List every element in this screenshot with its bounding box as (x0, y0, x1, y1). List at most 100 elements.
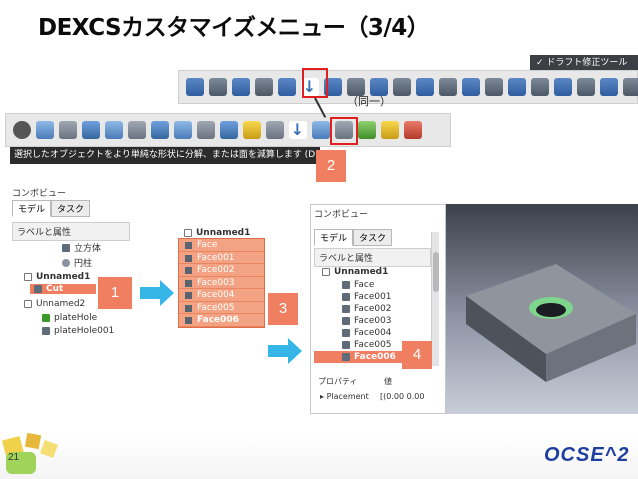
drawing-icon[interactable] (507, 78, 526, 96)
tab-model-left[interactable]: モデル (12, 200, 52, 217)
array-icon[interactable] (438, 78, 457, 96)
tree-face-right[interactable]: Face002 (342, 304, 392, 314)
tree-item-unnamed1[interactable]: Unnamed1 (24, 272, 90, 282)
cube-icon (62, 243, 70, 252)
face-row[interactable]: Face002 (179, 264, 264, 277)
footer-bar (0, 435, 638, 479)
tree-face-right-selected[interactable]: Face006 (314, 351, 402, 363)
downgrade-tooltip: 選択したオブジェクトをより単純な形状に分解、または面を減算します (D (10, 147, 320, 164)
cut-icon (34, 285, 42, 293)
step-badge-3: 3 (268, 293, 298, 325)
edit-icon[interactable] (576, 78, 595, 96)
downgrade-highlight-mid (330, 117, 358, 145)
face-row[interactable]: Face004 (179, 289, 264, 302)
tab-task-left[interactable]: タスク (51, 200, 91, 217)
combo-view-title-right: コンボビュー (314, 210, 369, 220)
face-icon (342, 305, 350, 313)
tree-root-unnamed1-right[interactable]: Unnamed1 (322, 267, 388, 277)
step-badge-2: 2 (316, 150, 346, 182)
box-icon[interactable] (58, 121, 77, 139)
del-point-icon[interactable] (622, 78, 638, 96)
placement-value[interactable]: [(0.00 0.00 (380, 392, 424, 401)
check-icon[interactable] (403, 121, 422, 139)
box-rear-icon[interactable] (150, 121, 169, 139)
label-header-left: ラベルと属性 (12, 222, 130, 241)
measure-icon[interactable] (219, 121, 238, 139)
face-row[interactable]: Face006 (179, 314, 264, 327)
tree-face-right[interactable]: Face001 (342, 292, 392, 302)
box-front-icon[interactable] (81, 121, 100, 139)
face-row[interactable]: Face005 (179, 302, 264, 314)
3d-viewport[interactable] (446, 204, 638, 414)
capsule-icon[interactable] (311, 121, 330, 139)
box-left-icon[interactable] (196, 121, 215, 139)
path-array-icon[interactable] (461, 78, 480, 96)
slide: DEXCSカスタマイズメニュー（3/4） ✓ ドラフト修正ツール ↓ （同一） (0, 0, 638, 479)
tree-item-cut[interactable]: Cut (30, 284, 96, 294)
value-header: 値 (384, 377, 392, 386)
parts-icon[interactable] (242, 121, 261, 139)
add-point-icon[interactable] (599, 78, 618, 96)
tree-item-cylinder[interactable]: 円柱 (62, 256, 92, 269)
tab-task-right[interactable]: タスク (353, 229, 393, 246)
face-icon (342, 281, 350, 289)
offset-icon[interactable] (231, 78, 250, 96)
tree-face-right[interactable]: Face (342, 280, 374, 290)
downgrade-highlight-top (302, 68, 328, 98)
face-icon (342, 317, 350, 325)
tree-item-unnamed2[interactable]: Unnamed2 (24, 299, 85, 309)
step-badge-1: 1 (98, 277, 132, 309)
step-badge-4: 4 (402, 341, 432, 369)
same-note: （同一） (347, 95, 391, 108)
tab-model-right[interactable]: モデル (314, 229, 354, 246)
downgrade-icon-mid[interactable]: ↓ (288, 121, 307, 139)
cube-icon[interactable] (35, 121, 54, 139)
tabs-right: モデル タスク (314, 229, 393, 246)
slide-title: DEXCSカスタマイズメニュー（3/4） (38, 15, 430, 41)
move-icon[interactable] (185, 78, 204, 96)
arrow-right-1 (140, 280, 174, 306)
plate-model (466, 264, 636, 382)
no-icon[interactable] (12, 121, 31, 139)
face-icon (342, 293, 350, 301)
tree-face-right[interactable]: Face005 (342, 340, 392, 350)
box-bottom-icon[interactable] (173, 121, 192, 139)
mirror-icon[interactable] (254, 78, 273, 96)
shape2d-icon[interactable] (530, 78, 549, 96)
face-list-mid: Face Face001 Face002 Face003 Face004 Fac… (178, 238, 265, 328)
folder-icon[interactable] (265, 121, 284, 139)
tree-root-unnamed1-mid[interactable]: Unnamed1 (184, 228, 250, 238)
draft-modify-toolbar: ↓ (178, 70, 638, 104)
tree-face-right[interactable]: Face004 (342, 328, 392, 338)
upgrade-icon[interactable] (277, 78, 296, 96)
scale-icon[interactable] (553, 78, 572, 96)
solid-icon[interactable] (357, 121, 376, 139)
face-row[interactable]: Face001 (179, 252, 264, 264)
tree-face-right[interactable]: Face003 (342, 316, 392, 326)
property-header: プロパティ (318, 377, 358, 386)
split-icon[interactable] (392, 78, 411, 96)
face-row[interactable]: Face003 (179, 277, 264, 289)
rotate-icon[interactable] (208, 78, 227, 96)
tabs-left: モデル タスク (12, 200, 91, 217)
placement-label[interactable]: ▸ Placement (320, 392, 369, 401)
cylinder-icon (62, 258, 70, 267)
tree-item-platehole001[interactable]: plateHole001 (42, 326, 114, 336)
clone-icon[interactable] (484, 78, 503, 96)
part-toolbar: ↓ (5, 113, 451, 147)
stretch-icon[interactable] (415, 78, 434, 96)
arrow-right-2 (268, 338, 302, 364)
scrollbar-thumb[interactable] (433, 252, 439, 292)
tree-item-cube[interactable]: 立方体 (62, 241, 101, 254)
label-header-right: ラベルと属性 (314, 248, 431, 267)
box-side-icon[interactable] (104, 121, 123, 139)
box-top-icon[interactable] (127, 121, 146, 139)
face-row[interactable]: Face (179, 239, 264, 252)
combo-view-title-left: コンボビュー (12, 189, 67, 199)
warning-icon[interactable] (380, 121, 399, 139)
tree-scrollbar[interactable] (431, 232, 439, 366)
tree-item-platehole[interactable]: plateHole (42, 313, 97, 323)
sketch-icon (42, 314, 50, 322)
face-icon (342, 353, 350, 361)
document-icon (24, 300, 32, 308)
